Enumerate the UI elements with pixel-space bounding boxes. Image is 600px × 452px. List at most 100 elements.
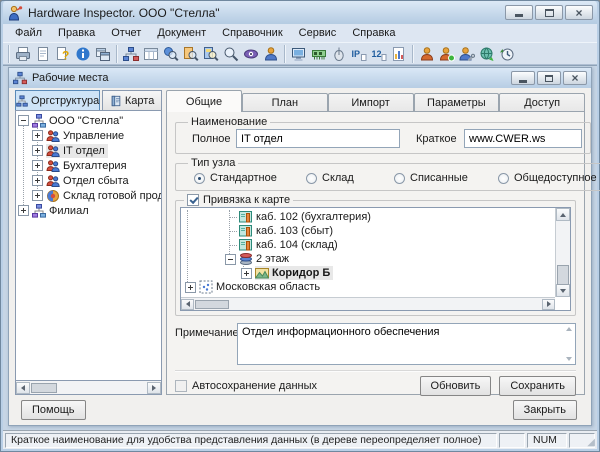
search-icon[interactable]: [221, 44, 241, 64]
scroll-up-button[interactable]: [564, 327, 573, 331]
radio-warehouse[interactable]: Склад: [306, 172, 394, 184]
map-item-floor-2[interactable]: 2 этаж: [183, 252, 552, 266]
tab-general[interactable]: Общие: [166, 90, 242, 112]
workplaces-minimize-button[interactable]: [511, 71, 535, 85]
expand-icon[interactable]: [32, 190, 43, 201]
scroll-left-button[interactable]: [181, 299, 194, 310]
scroll-down-button[interactable]: [564, 357, 573, 361]
close-dialog-button[interactable]: Закрыть: [513, 400, 577, 420]
save-button[interactable]: Сохранить: [499, 376, 576, 396]
expand-icon[interactable]: [32, 160, 43, 171]
tree-item-branch[interactable]: Филиал: [16, 203, 161, 218]
tab-plan[interactable]: План: [242, 93, 328, 112]
search-document-icon[interactable]: [181, 44, 201, 64]
short-name-input[interactable]: [464, 129, 582, 148]
menu-service[interactable]: Сервис: [291, 26, 345, 40]
map-item-room-103[interactable]: каб. 103 (сбыт): [183, 224, 552, 238]
user-icon[interactable]: [261, 44, 281, 64]
scroll-left-button[interactable]: [16, 382, 30, 394]
scroll-thumb[interactable]: [195, 300, 229, 309]
ip-icon[interactable]: IP: [349, 44, 369, 64]
radio-standard[interactable]: Стандартное: [194, 172, 306, 184]
tab-import[interactable]: Импорт: [328, 93, 414, 112]
collapse-icon[interactable]: [225, 254, 236, 265]
menu-help[interactable]: Справка: [344, 26, 403, 40]
print-icon[interactable]: [13, 44, 33, 64]
collapse-icon[interactable]: [18, 115, 29, 126]
memory-icon[interactable]: [309, 44, 329, 64]
scroll-thumb[interactable]: [31, 383, 57, 393]
employee-status-icon[interactable]: [437, 44, 457, 64]
tab-orgstructure[interactable]: Оргструктура: [15, 90, 100, 110]
map-item-room-102[interactable]: каб. 102 (бухгалтерия): [183, 210, 552, 224]
windows-icon[interactable]: [93, 44, 113, 64]
map-item-moscow-region[interactable]: Московская область: [183, 280, 552, 294]
help-document-icon[interactable]: ?: [53, 44, 73, 64]
menu-report[interactable]: Отчет: [103, 26, 149, 40]
device-icon[interactable]: [329, 44, 349, 64]
scroll-right-button[interactable]: [147, 382, 161, 394]
refresh-button[interactable]: Обновить: [420, 376, 492, 396]
minimize-button[interactable]: [505, 5, 533, 20]
resize-grip[interactable]: ◢: [587, 438, 595, 448]
search-object-icon[interactable]: [161, 44, 181, 64]
scroll-down-button[interactable]: [556, 284, 570, 297]
radio-icon[interactable]: [498, 173, 509, 184]
search-component-icon[interactable]: [201, 44, 221, 64]
org-tree-horizontal-scrollbar[interactable]: [15, 381, 162, 395]
chart-icon[interactable]: [389, 44, 409, 64]
computer-icon[interactable]: [289, 44, 309, 64]
help-button[interactable]: Помощь: [21, 400, 86, 420]
expand-icon[interactable]: [32, 130, 43, 141]
web-icon[interactable]: [477, 44, 497, 64]
expand-icon[interactable]: [185, 282, 196, 293]
tab-parameters[interactable]: Параметры: [414, 93, 500, 112]
expand-icon[interactable]: [18, 205, 29, 216]
note-textarea[interactable]: Отдел информационного обеспечения: [237, 323, 576, 365]
tree-item-management[interactable]: Управление: [16, 128, 161, 143]
expand-icon[interactable]: [32, 145, 43, 156]
map-binding-checkbox[interactable]: [187, 194, 199, 206]
workplaces-icon[interactable]: [121, 44, 141, 64]
map-tree-horizontal-scrollbar[interactable]: [181, 297, 555, 310]
number-12-icon[interactable]: 12: [369, 44, 389, 64]
workplaces-restore-button[interactable]: [537, 71, 561, 85]
menu-edit[interactable]: Правка: [50, 26, 103, 40]
history-icon[interactable]: [497, 44, 517, 64]
radio-icon[interactable]: [394, 173, 405, 184]
tree-item-accounting[interactable]: Бухгалтерия: [16, 158, 161, 173]
tree-item-it-department[interactable]: IT отдел: [16, 143, 161, 158]
tab-map[interactable]: Карта: [102, 90, 162, 110]
maximize-button[interactable]: [535, 5, 563, 20]
autosave-checkbox[interactable]: [175, 380, 187, 392]
radio-written-off[interactable]: Списанные: [394, 172, 498, 184]
table-icon[interactable]: [141, 44, 161, 64]
view-icon[interactable]: [241, 44, 261, 64]
tab-access[interactable]: Доступ: [499, 93, 585, 112]
expand-icon[interactable]: [32, 175, 43, 186]
report-icon[interactable]: [33, 44, 53, 64]
workplaces-close-button[interactable]: ×: [563, 71, 587, 85]
menu-reference[interactable]: Справочник: [214, 26, 291, 40]
map-tree-vertical-scrollbar[interactable]: [555, 208, 570, 297]
radio-icon[interactable]: [194, 173, 205, 184]
close-button[interactable]: ×: [565, 5, 593, 20]
map-item-room-104[interactable]: каб. 104 (склад): [183, 238, 552, 252]
scroll-right-button[interactable]: [542, 299, 555, 310]
scroll-up-button[interactable]: [556, 208, 570, 221]
user-settings-icon[interactable]: [457, 44, 477, 64]
info-icon[interactable]: [73, 44, 93, 64]
radio-icon[interactable]: [306, 173, 317, 184]
full-name-input[interactable]: [236, 129, 400, 148]
map-item-corridor-b[interactable]: Коридор Б: [183, 266, 552, 280]
expand-icon[interactable]: [241, 268, 252, 279]
tree-item-warehouse[interactable]: Склад готовой продукции: [16, 188, 161, 203]
menu-file[interactable]: Файл: [7, 26, 50, 40]
scroll-thumb[interactable]: [557, 265, 569, 285]
radio-public[interactable]: Общедоступное: [498, 172, 597, 184]
tree-item-company[interactable]: ООО "Стелла": [16, 113, 161, 128]
menu-document[interactable]: Документ: [149, 26, 214, 40]
tree-item-sales[interactable]: Отдел сбыта: [16, 173, 161, 188]
autosave-checkbox-row[interactable]: Автосохранение данных: [175, 380, 317, 392]
employee-icon[interactable]: [417, 44, 437, 64]
